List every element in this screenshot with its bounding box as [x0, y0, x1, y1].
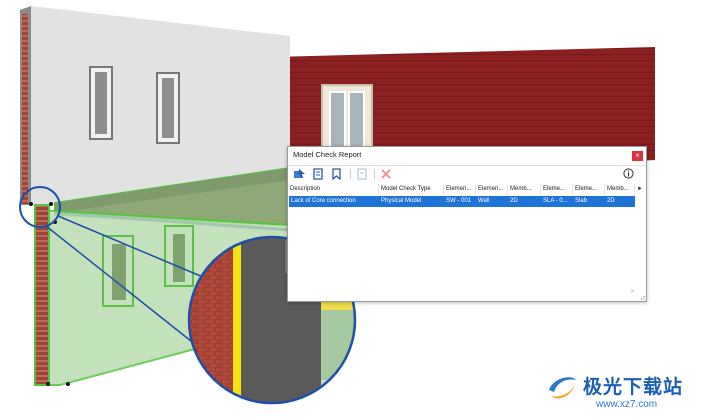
mark-icon[interactable] — [330, 168, 343, 180]
panel-title-bar[interactable]: Model Check Report × — [288, 147, 646, 166]
column-header-element-type-2[interactable]: Eleme... — [573, 184, 605, 195]
toolbar-separator — [374, 169, 375, 179]
column-header-description[interactable]: Description — [288, 184, 379, 195]
watermark-url: www.xz7.com — [596, 399, 658, 410]
select-elements-icon[interactable] — [293, 168, 306, 180]
column-header-member[interactable]: Memb... — [508, 184, 541, 195]
resize-grip-icon[interactable] — [639, 294, 645, 300]
cell-element-id: SW - 001 — [446, 198, 472, 204]
cell-description: Lack of Core connection — [291, 198, 356, 204]
column-header-member-2[interactable]: Memb... — [605, 184, 635, 195]
panel-title: Model Check Report — [293, 150, 362, 159]
model-check-report-panel: Model Check Report × Description Model C… — [287, 146, 647, 302]
scroll-right-arrow-icon[interactable]: ► — [636, 184, 644, 195]
cell-model-check-type: Physical Model — [381, 198, 422, 204]
cell-element-type: Wall — [478, 198, 490, 204]
delete-icon[interactable] — [380, 168, 393, 180]
close-icon[interactable]: × — [632, 151, 643, 161]
column-header-element-id[interactable]: Elemen... — [444, 184, 476, 195]
column-header-element-type[interactable]: Elemen... — [476, 184, 508, 195]
info-icon[interactable] — [623, 168, 634, 179]
open-report-icon[interactable] — [312, 168, 325, 180]
column-header-model-check-type[interactable]: Model Check Type — [379, 184, 444, 195]
toolbar-separator — [350, 169, 351, 179]
cell-element-type-2: Slab — [575, 198, 588, 204]
watermark-logo-icon — [549, 377, 576, 399]
cell-member: 2D — [510, 198, 518, 204]
export-icon[interactable] — [356, 168, 369, 180]
watermark-brand: 极光下载站 — [583, 376, 684, 398]
toolbar — [288, 166, 646, 182]
cell-element-id-2: SLA - 0... — [543, 198, 568, 204]
column-header-element-id-2[interactable]: Eleme... — [541, 184, 573, 195]
table-row[interactable]: Lack of Core connection Physical Model S… — [289, 196, 635, 207]
scroll-down-arrow-icon[interactable]: > — [628, 288, 636, 297]
table-header: Description Model Check Type Elemen... E… — [288, 184, 646, 195]
cell-member-2: 2D — [607, 198, 615, 204]
